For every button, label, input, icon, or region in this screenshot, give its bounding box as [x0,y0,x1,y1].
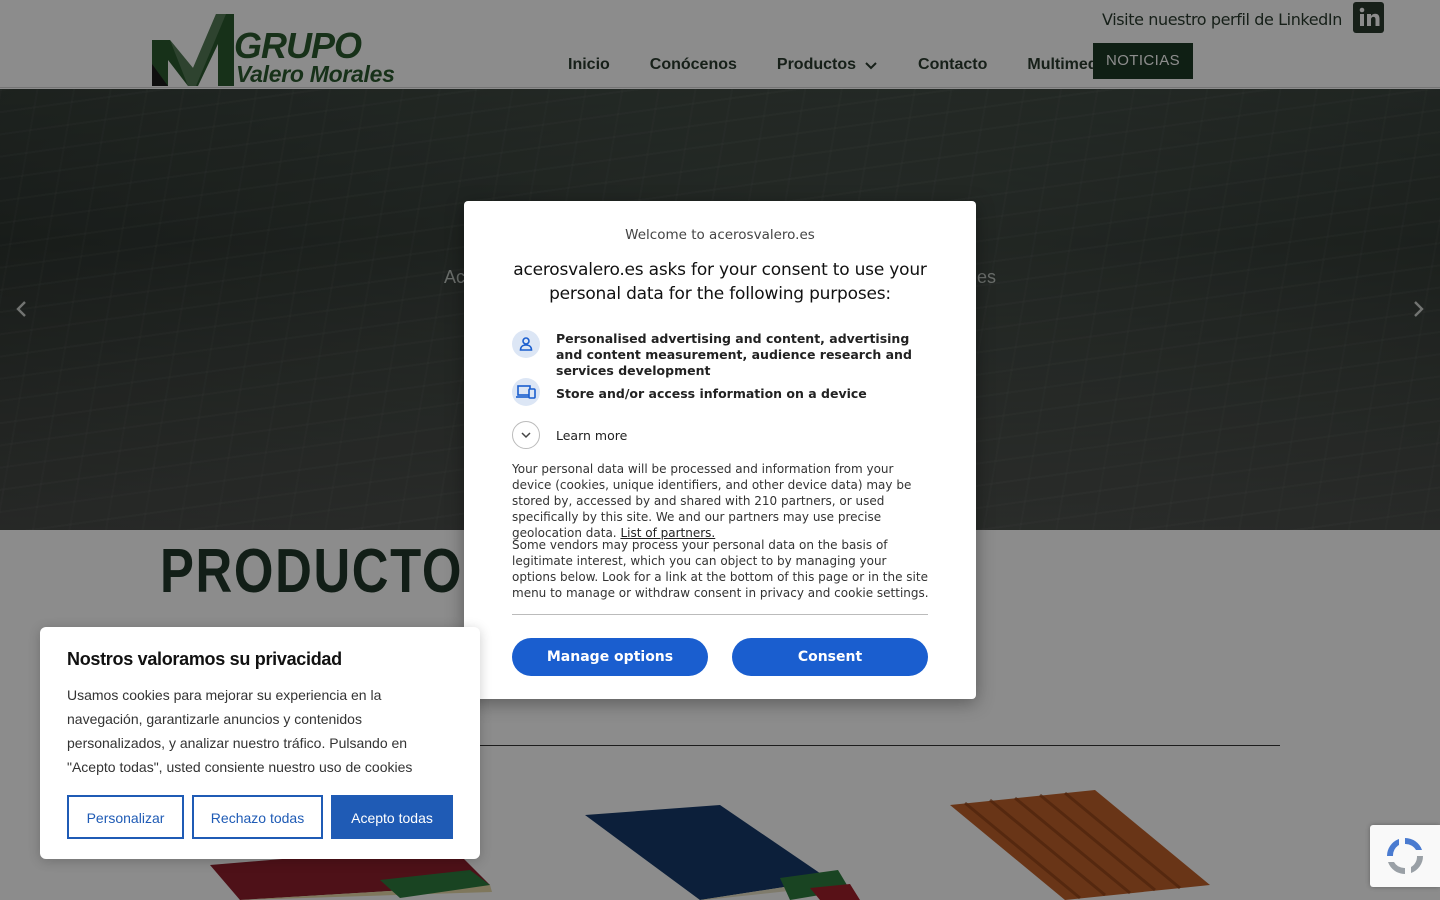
consent-dialog: Welcome to acerosvalero.es acerosvalero.… [464,201,976,699]
cookie-banner: Nostros valoramos su privacidad Usamos c… [40,627,480,859]
recaptcha-icon [1387,838,1423,874]
devices-icon [512,378,540,406]
cookie-banner-title: Nostros valoramos su privacidad [67,649,342,669]
manage-options-button[interactable]: Manage options [512,638,708,676]
cookie-banner-text: Usamos cookies para mejorar su experienc… [67,687,413,775]
accept-all-cookies-button[interactable]: Acepto todas [331,795,453,839]
reject-all-cookies-button[interactable]: Rechazo todas [192,795,323,839]
recaptcha-badge[interactable] [1370,825,1440,887]
purpose-item-storage: Store and/or access information on a dev… [512,378,932,406]
consent-heading: acerosvalero.es asks for your consent to… [513,260,927,304]
consent-paragraph-legitimate-interest: Some vendors may process your personal d… [512,538,929,600]
purpose-item-advertising: Personalised advertising and content, ad… [512,330,932,378]
learn-more-toggle[interactable]: Learn more [512,421,932,449]
purpose-text-advertising: Personalised advertising and content, ad… [556,331,912,378]
chevron-down-icon [512,421,540,449]
customize-cookies-button[interactable]: Personalizar [67,795,184,839]
consent-divider [512,614,928,615]
consent-welcome-text: Welcome to acerosvalero.es [625,227,815,243]
learn-more-label: Learn more [556,428,628,443]
person-icon [512,330,540,358]
consent-paragraph-data-processing: Your personal data will be processed and… [512,461,930,541]
purpose-text-storage: Store and/or access information on a dev… [556,386,867,401]
consent-button[interactable]: Consent [732,638,928,676]
